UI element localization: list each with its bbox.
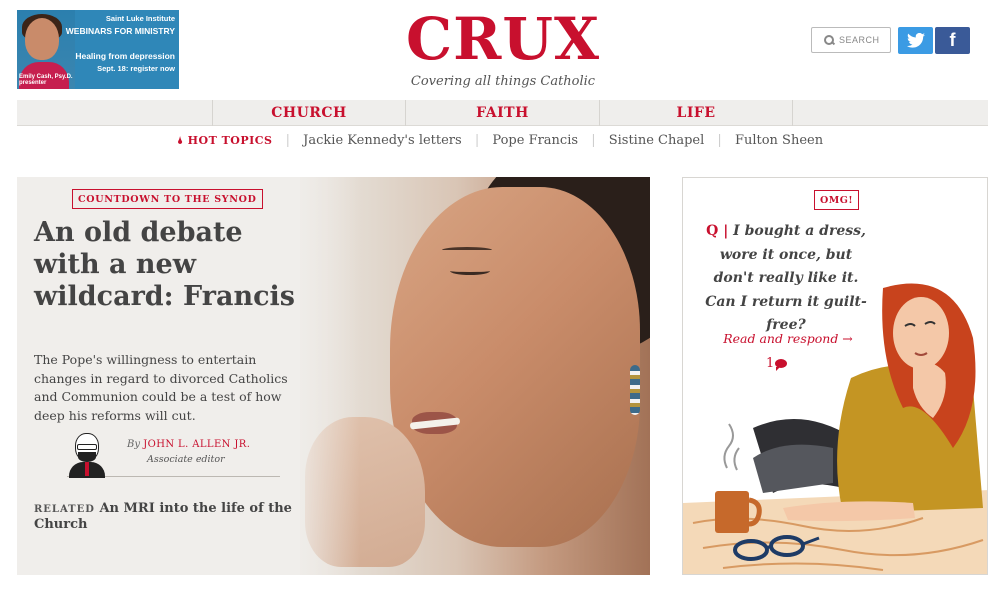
- question-text: I bought a dress, wore it once, but don'…: [705, 223, 867, 333]
- author-role: Associate editor: [147, 454, 225, 465]
- byline-by: By: [127, 439, 140, 450]
- feature-photo[interactable]: [300, 177, 650, 575]
- comment-bubble-icon: [775, 359, 788, 371]
- author-link[interactable]: JOHN L. ALLEN JR.: [143, 439, 250, 450]
- comment-count[interactable]: 1: [766, 356, 788, 371]
- topic-link[interactable]: Jackie Kennedy's letters: [303, 133, 462, 148]
- related-label: RELATED: [34, 504, 95, 515]
- ad-line-4: Sept. 18: register now: [97, 64, 175, 73]
- ad-line-1: Saint Luke Institute: [105, 14, 175, 23]
- search-label: SEARCH: [839, 35, 880, 45]
- facebook-button[interactable]: f: [935, 27, 970, 54]
- omg-card[interactable]: OMG! Q | I bought a dress, wore it once,…: [682, 177, 988, 575]
- feature-headline[interactable]: An old debate with a new wildcard: Franc…: [34, 217, 299, 313]
- byline: By JOHN L. ALLEN JR. Associate editor: [67, 429, 280, 478]
- author-avatar: [67, 429, 107, 478]
- flame-icon: 🌢: [176, 134, 184, 147]
- twitter-button[interactable]: [898, 27, 933, 54]
- main-nav: CHURCH FAITH LIFE: [17, 100, 988, 126]
- omg-question[interactable]: Q | I bought a dress, wore it once, but …: [701, 220, 871, 338]
- feature-kicker[interactable]: COUNTDOWN TO THE SYNOD: [72, 189, 263, 209]
- read-and-respond-link[interactable]: Read and respond →: [713, 331, 863, 346]
- facebook-icon: f: [949, 30, 956, 50]
- feature-story[interactable]: COUNTDOWN TO THE SYNOD An old debate wit…: [17, 177, 650, 575]
- twitter-icon: [906, 33, 925, 48]
- omg-badge[interactable]: OMG!: [814, 190, 860, 210]
- question-prefix: Q |: [706, 223, 729, 239]
- ad-line-3: Healing from depression: [75, 51, 175, 61]
- ad-banner[interactable]: Saint Luke Institute WEBINARS FOR MINIST…: [17, 10, 179, 89]
- topic-link[interactable]: Sistine Chapel: [609, 133, 705, 148]
- search-icon: [824, 35, 834, 45]
- hot-topics-bar: 🌢 HOT TOPICS | Jackie Kennedy's letters …: [176, 133, 824, 148]
- ad-presenter: Emily Cash, Psy.D. presenter: [19, 73, 73, 87]
- site-logo[interactable]: CRUX: [400, 6, 606, 72]
- search-button[interactable]: SEARCH: [811, 27, 891, 53]
- topic-link[interactable]: Fulton Sheen: [735, 133, 823, 148]
- nav-item-life[interactable]: LIFE: [599, 100, 793, 126]
- ad-line-2: WEBINARS FOR MINISTRY: [65, 26, 175, 36]
- site-tagline: Covering all things Catholic: [410, 74, 596, 89]
- related-link[interactable]: RELATED An MRI into the life of the Chur…: [34, 501, 294, 532]
- comment-count-value: 1: [766, 356, 775, 371]
- nav-item-faith[interactable]: FAITH: [405, 100, 599, 126]
- nav-item-church[interactable]: CHURCH: [212, 100, 405, 126]
- hot-topics-label: HOT TOPICS: [187, 134, 273, 147]
- feature-dek: The Pope's willingness to entertain chan…: [34, 352, 288, 423]
- topic-link[interactable]: Pope Francis: [492, 133, 578, 148]
